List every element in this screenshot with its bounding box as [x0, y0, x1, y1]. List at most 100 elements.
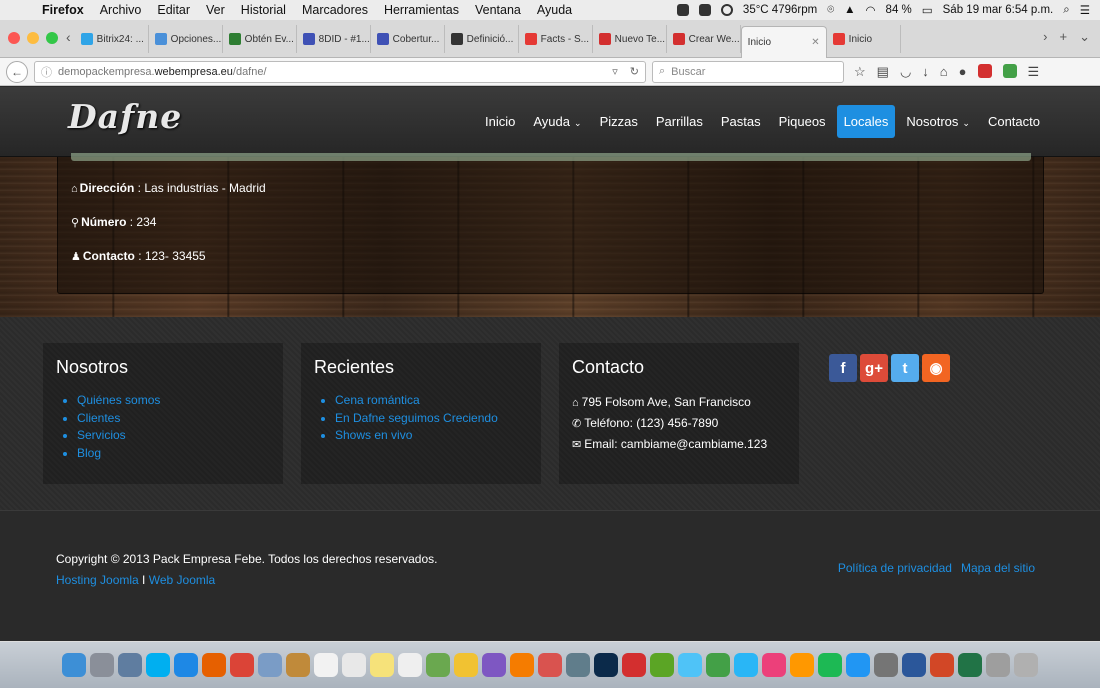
- link-servicios[interactable]: Servicios: [77, 428, 126, 442]
- browser-tab[interactable]: Crear We...: [667, 25, 741, 53]
- hosting-joomla-link[interactable]: Hosting Joomla: [56, 573, 139, 587]
- preferences-icon[interactable]: [874, 653, 898, 677]
- menu-historial[interactable]: Historial: [233, 3, 294, 17]
- nav-item-contacto[interactable]: Contacto: [981, 105, 1047, 138]
- messages-icon[interactable]: [678, 653, 702, 677]
- photoshop-icon[interactable]: [594, 653, 618, 677]
- skype-icon[interactable]: [146, 653, 170, 677]
- browser-tab[interactable]: Definició...: [445, 25, 519, 53]
- browser-tab[interactable]: 8DID - #1...: [297, 25, 371, 53]
- temperature-readout[interactable]: 35°C 4796rpm: [743, 4, 817, 16]
- browser-tab[interactable]: Obtén Ev...: [223, 25, 297, 53]
- url-dropdown-icon[interactable]: ▿: [612, 65, 618, 78]
- tab-scroll-left-icon[interactable]: ‹: [66, 29, 75, 57]
- nav-item-locales[interactable]: Locales: [836, 105, 896, 138]
- bookmark-star-icon[interactable]: ☆: [854, 64, 866, 80]
- menu-herramientas[interactable]: Herramientas: [376, 3, 467, 17]
- menu-ver[interactable]: Ver: [198, 3, 233, 17]
- evernote-status-icon[interactable]: [698, 4, 711, 16]
- image-icon[interactable]: [426, 653, 450, 677]
- nav-item-pastas[interactable]: Pastas: [714, 105, 768, 138]
- preview-icon[interactable]: [258, 653, 282, 677]
- itunes-icon[interactable]: [762, 653, 786, 677]
- book-icon[interactable]: [286, 653, 310, 677]
- link-cena-romantica[interactable]: Cena romántica: [335, 393, 420, 407]
- chrome-icon[interactable]: [230, 653, 254, 677]
- google-plus-icon[interactable]: g+: [860, 354, 888, 382]
- word-icon[interactable]: [902, 653, 926, 677]
- spotlight-icon[interactable]: ⌕: [1063, 4, 1069, 17]
- reminders-icon[interactable]: [398, 653, 422, 677]
- photos-app-icon[interactable]: [454, 653, 478, 677]
- link-blog[interactable]: Blog: [77, 446, 101, 460]
- tab-scroll-right-icon[interactable]: ›: [1043, 29, 1047, 45]
- nav-item-pizzas[interactable]: Pizzas: [593, 105, 645, 138]
- tab-list-icon[interactable]: ⌄: [1079, 29, 1090, 45]
- browser-tab[interactable]: Inicio ✕: [740, 26, 827, 58]
- nav-item-inicio[interactable]: Inicio: [478, 105, 522, 138]
- close-window-icon[interactable]: [8, 32, 20, 44]
- menu-editar[interactable]: Editar: [149, 3, 198, 17]
- reload-icon[interactable]: ↻: [630, 65, 639, 78]
- reading-list-icon[interactable]: ▤: [877, 64, 889, 80]
- privacy-policy-link[interactable]: Política de privacidad: [838, 561, 952, 575]
- wifi-icon[interactable]: ◠: [866, 3, 876, 17]
- menu-icon[interactable]: ☰: [1028, 64, 1040, 80]
- airdrop-icon[interactable]: ⌾: [827, 4, 834, 17]
- new-tab-icon[interactable]: +: [1060, 29, 1068, 45]
- grammar-extension-icon[interactable]: [1002, 63, 1017, 78]
- magnifier-icon[interactable]: [566, 653, 590, 677]
- clipboard-icon[interactable]: [986, 653, 1010, 677]
- battery-icon[interactable]: ▭: [922, 3, 933, 17]
- close-tab-icon[interactable]: ✕: [811, 37, 819, 48]
- home-icon[interactable]: ⌂: [940, 64, 948, 80]
- skype2-icon[interactable]: [734, 653, 758, 677]
- trash-icon[interactable]: [1014, 653, 1038, 677]
- nav-item-ayuda[interactable]: Ayuda ⌄: [526, 105, 588, 138]
- link-quienes-somos[interactable]: Quiénes somos: [77, 393, 160, 407]
- powerpoint-icon[interactable]: [930, 653, 954, 677]
- browser-tab[interactable]: Facts - S...: [519, 25, 593, 53]
- clock[interactable]: Sáb 19 mar 6:54 p.m.: [943, 4, 1054, 16]
- battery-percent[interactable]: 84 %: [886, 4, 912, 16]
- twitter-icon[interactable]: t: [891, 354, 919, 382]
- link-dafne-creciendo[interactable]: En Dafne seguimos Creciendo: [335, 411, 498, 425]
- nav-item-piqueos[interactable]: Piqueos: [772, 105, 833, 138]
- calendar-icon[interactable]: [314, 653, 338, 677]
- acrobat-icon[interactable]: [622, 653, 646, 677]
- menu-ayuda[interactable]: Ayuda: [529, 3, 580, 17]
- chat-icon[interactable]: ●: [959, 64, 967, 80]
- launchpad-icon[interactable]: [90, 653, 114, 677]
- notification-center-icon[interactable]: ☰: [1080, 3, 1090, 17]
- vlc-icon[interactable]: [510, 653, 534, 677]
- zoom-window-icon[interactable]: [46, 32, 58, 44]
- safari-icon[interactable]: [174, 653, 198, 677]
- url-bar[interactable]: ⓘ demopackempresa.webempresa.eu/dafne/ ▿…: [34, 60, 646, 83]
- search-input[interactable]: ⌕ Buscar: [652, 60, 844, 83]
- rss-icon[interactable]: ◉: [922, 354, 950, 382]
- menu-ventana[interactable]: Ventana: [467, 3, 529, 17]
- browser-tab[interactable]: Nuevo Te...: [593, 25, 667, 53]
- excel-icon[interactable]: [958, 653, 982, 677]
- extension-icon[interactable]: [977, 63, 992, 78]
- facetime-icon[interactable]: [706, 653, 730, 677]
- appstore-icon[interactable]: [846, 653, 870, 677]
- notes-icon[interactable]: [370, 653, 394, 677]
- nav-item-nosotros[interactable]: Nosotros ⌄: [899, 105, 977, 138]
- pocket-icon[interactable]: ◡: [900, 64, 911, 80]
- web-joomla-link[interactable]: Web Joomla: [149, 573, 215, 587]
- back-button[interactable]: ←: [6, 60, 28, 83]
- spotify-icon[interactable]: [818, 653, 842, 677]
- link-shows-en-vivo[interactable]: Shows en vivo: [335, 428, 412, 442]
- menu-archivo[interactable]: Archivo: [92, 3, 150, 17]
- sync-icon[interactable]: [720, 4, 733, 16]
- browser-tab[interactable]: Cobertur...: [371, 25, 445, 53]
- menu-marcadores[interactable]: Marcadores: [294, 3, 376, 17]
- site-info-icon[interactable]: ⓘ: [41, 64, 52, 80]
- dropbox-icon[interactable]: [676, 4, 689, 16]
- finder-icon[interactable]: [62, 653, 86, 677]
- minimize-window-icon[interactable]: [27, 32, 39, 44]
- evernote-icon[interactable]: [650, 653, 674, 677]
- ibooks-icon[interactable]: [790, 653, 814, 677]
- podcast-icon[interactable]: [482, 653, 506, 677]
